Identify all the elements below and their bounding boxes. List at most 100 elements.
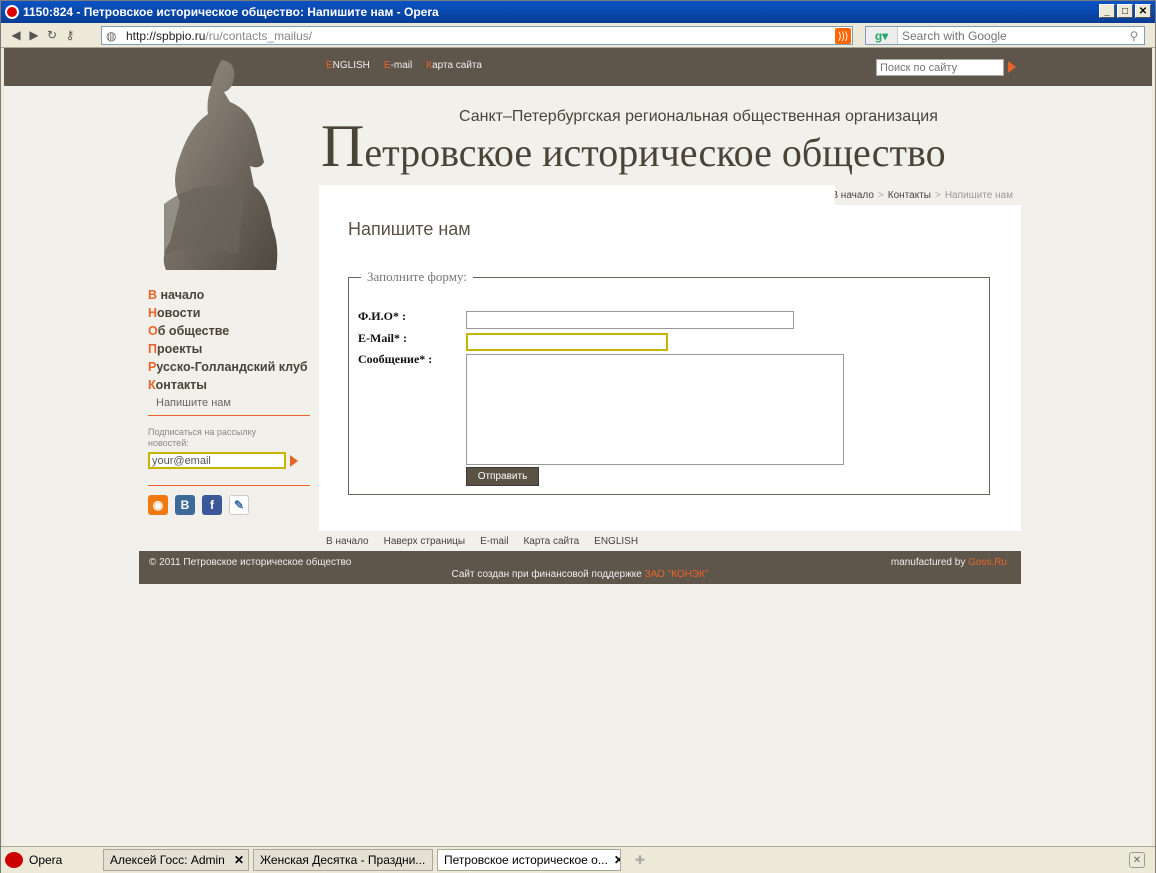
opera-logo-icon <box>5 5 19 19</box>
trash-icon[interactable]: ✕ <box>1129 852 1145 868</box>
back-icon[interactable]: ◀ <box>7 26 25 44</box>
subscribe-label: Подписаться на рассылку новостей: <box>148 427 257 448</box>
bottom-link[interactable]: В начало <box>326 536 369 547</box>
opera-menu-button[interactable]: Opera <box>5 849 75 871</box>
url-path: /ru/contacts_mailus/ <box>205 28 313 43</box>
nav-subitem-write-us[interactable]: Напишите нам <box>156 394 308 412</box>
bottom-link[interactable]: Наверх страницы <box>384 536 466 547</box>
nav-item-initial: О <box>148 324 158 338</box>
globe-icon: ◍ <box>106 28 117 43</box>
address-bar[interactable]: ◍ http://spbpio.ru/ru/contacts_mailus/ <box>101 26 853 45</box>
nav-item[interactable]: Контакты <box>148 376 308 394</box>
konek-link[interactable]: ЗАО "КОНЭК" <box>645 569 709 580</box>
tab-label: Петровское историческое о... <box>444 853 608 867</box>
tab-label: Алексей Госс: Admin <box>110 853 225 867</box>
maximize-button[interactable]: □ <box>1117 4 1133 18</box>
site-search-input[interactable] <box>876 59 1004 76</box>
email-field[interactable] <box>466 333 668 351</box>
close-tab-icon[interactable]: ✕ <box>234 853 244 867</box>
close-button[interactable]: ✕ <box>1135 4 1151 18</box>
nav-item-label: б обществе <box>157 324 230 338</box>
form-legend: Заполните форму: <box>367 269 467 284</box>
nav-item-initial: П <box>148 342 157 356</box>
tab-current[interactable]: Петровское историческое о... ✕ <box>437 849 621 871</box>
english-link[interactable]: ENGLISH <box>326 60 370 71</box>
livejournal-icon[interactable]: ✎ <box>229 495 249 515</box>
content-panel: Напишите нам Заполните форму: Ф.И.О* : E… <box>319 185 1021 531</box>
divider <box>148 485 310 486</box>
peter-statue-image <box>163 60 278 270</box>
site-footer: © 2011 Петровское историческое общество … <box>139 551 1021 584</box>
bottom-link[interactable]: Карта сайта <box>523 536 579 547</box>
subscribe-email-input[interactable] <box>148 452 286 469</box>
close-tab-icon[interactable]: ✕ <box>431 853 432 867</box>
contact-form: Заполните форму: Ф.И.О* : E-Mail* : Сооб… <box>348 269 990 495</box>
new-tab-icon[interactable]: ✚ <box>635 853 645 867</box>
google-icon[interactable]: g▾ <box>866 27 898 44</box>
opera-icon <box>5 852 23 868</box>
title-bar: 1150:824 - Петровское историческое общес… <box>1 1 1155 23</box>
nav-item[interactable]: Проекты <box>148 340 308 358</box>
breadcrumb: В начало > Контакты > Напишите нам <box>831 190 1013 201</box>
url-host: http://spbpio.ru <box>126 28 206 43</box>
bottom-links: В начало Наверх страницы E-mail Карта сайта… <box>326 536 638 547</box>
tab-admin[interactable]: Алексей Госс: Admin ✕ <box>103 849 249 871</box>
reload-icon[interactable]: ↻ <box>43 26 61 44</box>
window-controls: _ □ ✕ <box>1099 4 1151 18</box>
divider <box>148 415 310 416</box>
nav-item-label: начало <box>157 288 205 302</box>
page-title: Напишите нам <box>348 219 471 239</box>
manufactured-by: manufactured by Goss.Ru <box>891 557 1007 568</box>
breadcrumb-contacts[interactable]: Контакты <box>888 190 931 201</box>
tab-women[interactable]: Женская Десятка - Праздни... ✕ <box>253 849 433 871</box>
breadcrumb-current: Напишите нам <box>944 190 1013 201</box>
sitemap-link-rest: арта сайта <box>432 60 482 71</box>
sitemap-link[interactable]: Карта сайта <box>426 60 482 71</box>
name-field[interactable] <box>466 311 794 329</box>
left-navigation: В начало Новости Об обществе Проекты Русско-… <box>148 286 308 412</box>
message-textarea[interactable] <box>466 354 844 465</box>
nav-item[interactable]: Русско-Голландский клуб <box>148 358 308 376</box>
google-search-field[interactable]: g▾ ⚲ <box>865 26 1145 45</box>
nav-item-initial: К <box>148 378 156 392</box>
nav-item-initial: В <box>148 288 158 302</box>
copyright: © 2011 Петровское историческое общество <box>149 557 352 568</box>
bottom-link[interactable]: ENGLISH <box>594 536 638 547</box>
subscribe-go-icon[interactable] <box>290 455 298 467</box>
nav-item[interactable]: Об обществе <box>148 322 308 340</box>
forward-icon[interactable]: ▶ <box>25 26 43 44</box>
message-label: Сообщение* : <box>358 352 433 366</box>
breadcrumb-separator: > <box>877 190 884 201</box>
google-search-input[interactable] <box>898 28 1124 43</box>
nav-item[interactable]: В начало <box>148 286 308 304</box>
email-link-rest: -mail <box>390 60 413 71</box>
vkontakte-icon[interactable]: В <box>175 495 195 515</box>
email-link[interactable]: E-mail <box>384 60 412 71</box>
nav-item[interactable]: Новости <box>148 304 308 322</box>
goss-link[interactable]: Goss.Ru <box>968 557 1007 568</box>
top-links: ENGLISH E-mail Карта сайта <box>326 60 482 71</box>
email-label: E-Mail* : <box>358 331 407 345</box>
support-note: Сайт создан при финансовой поддержке ЗАО… <box>139 569 1021 580</box>
english-link-rest: NGLISH <box>332 60 370 71</box>
wand-key-icon[interactable]: ⚷ <box>61 26 79 44</box>
site-search-go-icon[interactable] <box>1008 61 1016 73</box>
support-prefix: Сайт создан при финансовой поддержке <box>451 569 645 580</box>
facebook-icon[interactable]: f <box>202 495 222 515</box>
rss-feed-icon[interactable]: ))) <box>835 28 851 44</box>
nav-item-label: овости <box>157 306 201 320</box>
minimize-button[interactable]: _ <box>1099 4 1115 18</box>
name-label: Ф.И.О* : <box>358 309 406 323</box>
social-links: ◉ В f ✎ <box>148 495 249 515</box>
navigation-bar: ◀ ▶ ↻ ⚷ ◍ http://spbpio.ru/ru/contacts_m… <box>1 23 1155 48</box>
nav-item-label: роекты <box>156 342 203 356</box>
search-icon[interactable]: ⚲ <box>1124 29 1144 43</box>
page-viewport: ENGLISH E-mail Карта сайта Санкт–Петербу… <box>4 48 1152 846</box>
breadcrumb-home[interactable]: В начало <box>831 190 874 201</box>
close-tab-icon[interactable]: ✕ <box>614 853 620 867</box>
rss-icon[interactable]: ◉ <box>148 495 168 515</box>
org-title: Петровское историческое общество <box>321 116 946 176</box>
submit-button[interactable]: Отправить <box>466 467 539 486</box>
nav-item-label: онтакты <box>155 378 207 392</box>
bottom-link[interactable]: E-mail <box>480 536 508 547</box>
